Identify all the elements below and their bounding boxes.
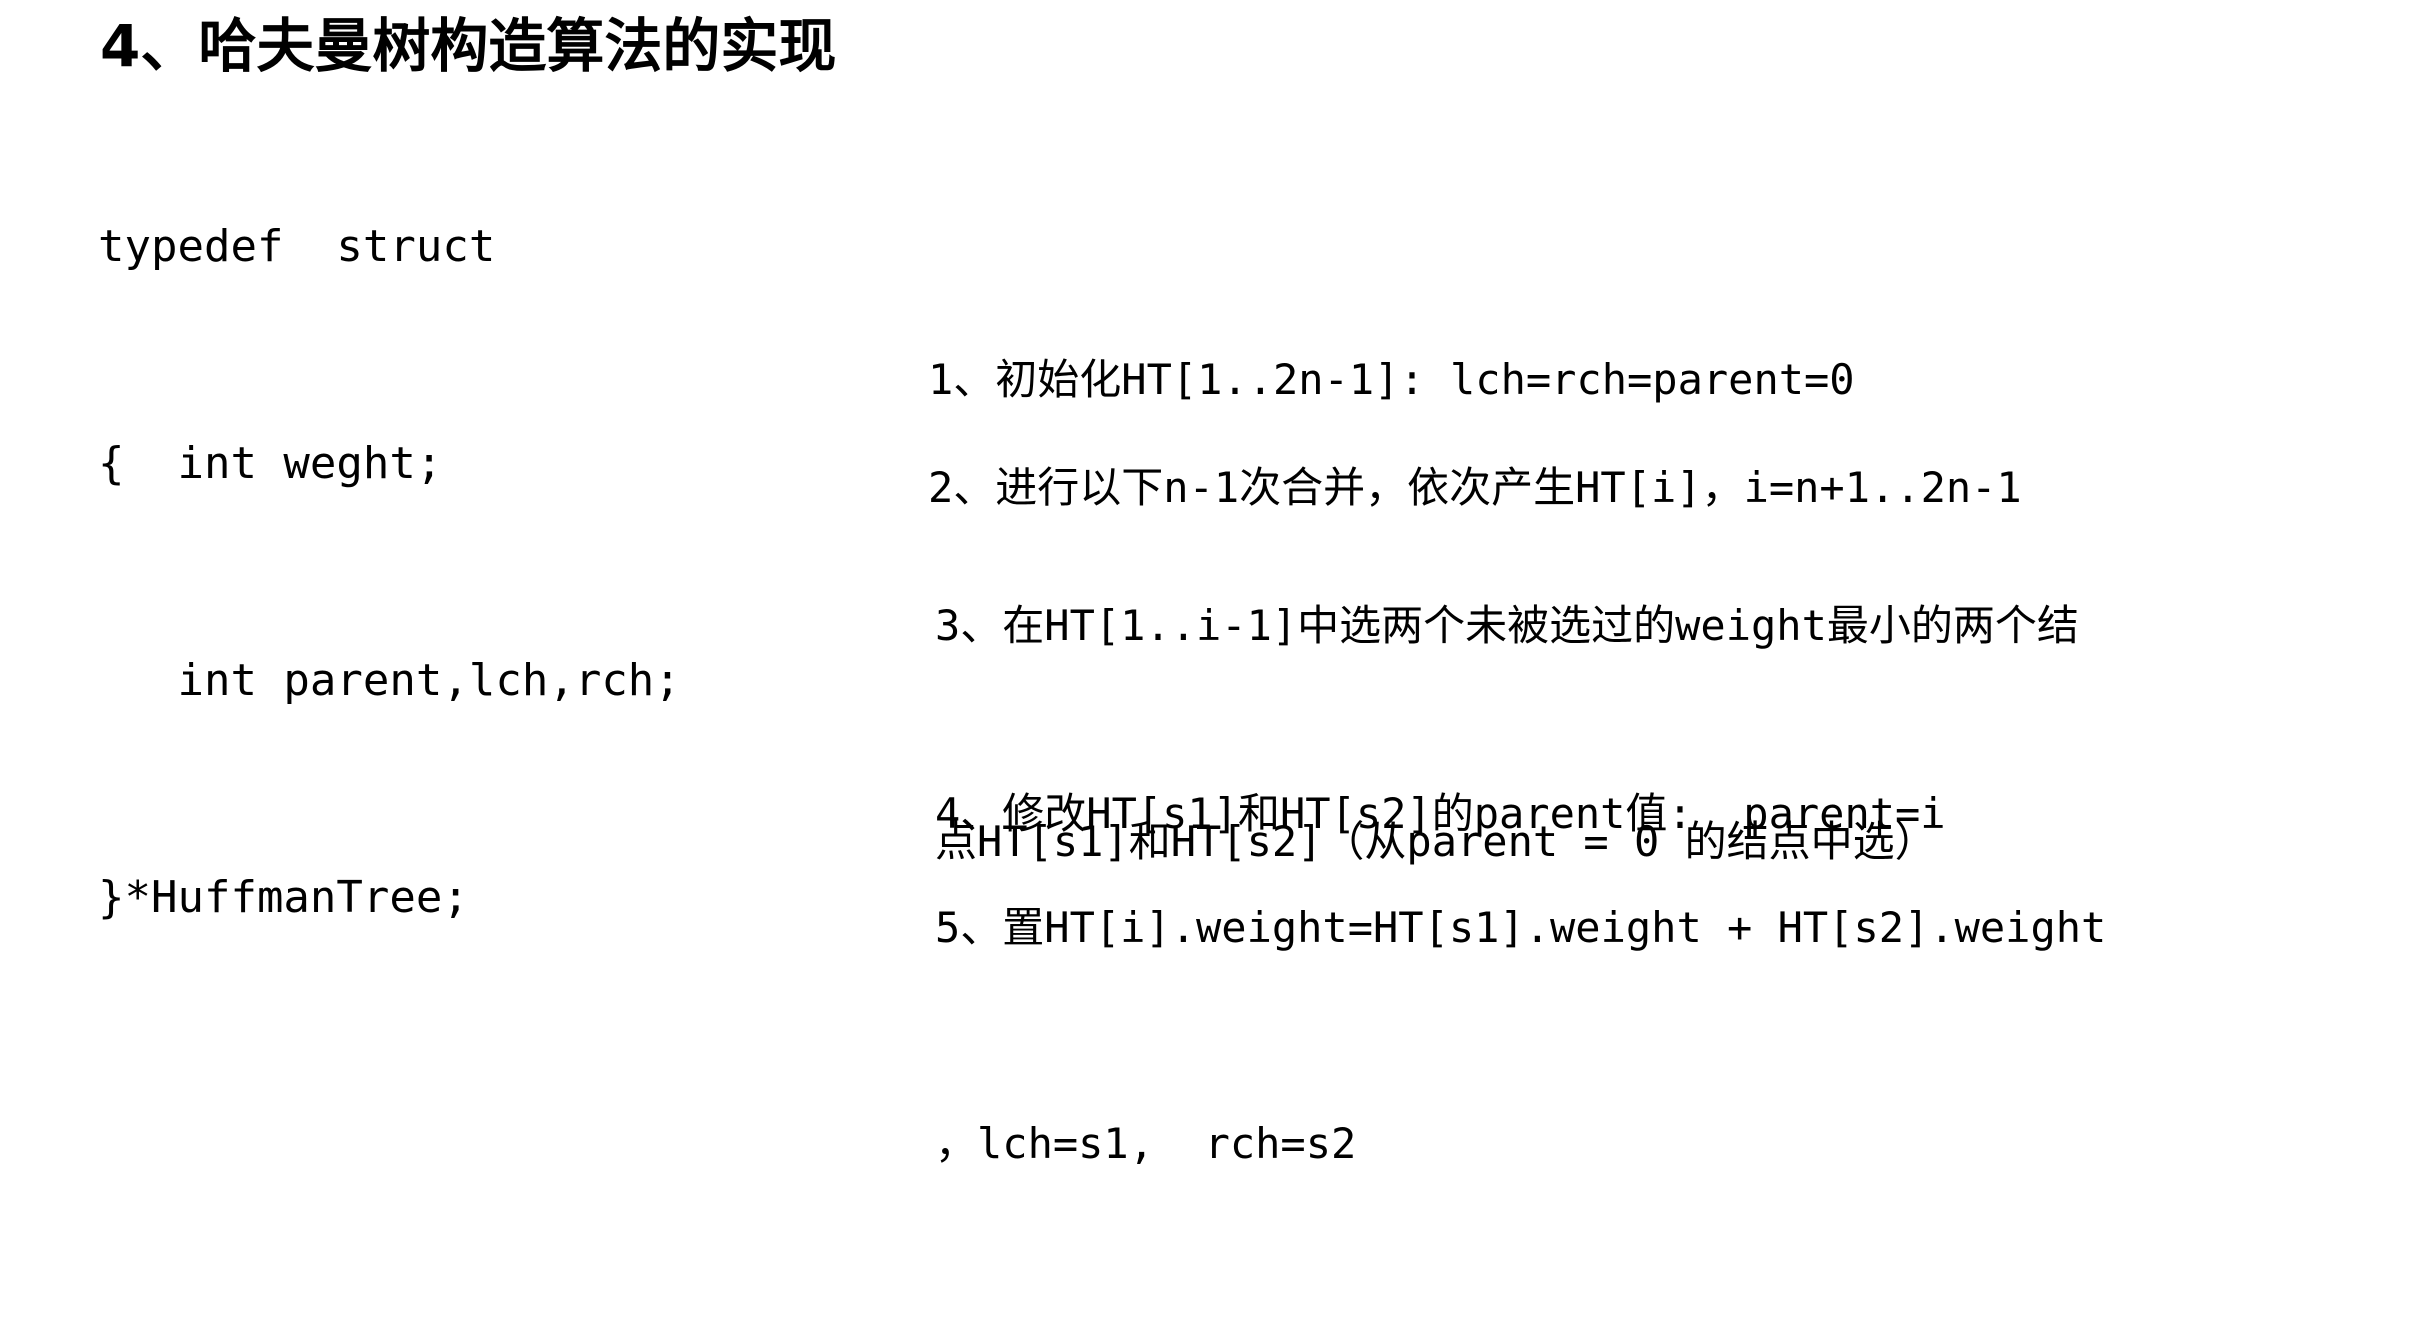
code-line: { int weght; bbox=[98, 438, 443, 489]
step-5: 5、置HT[i].weight=HT[s1].weight + HT[s2].w… bbox=[935, 748, 2106, 1324]
step-text: 5、置HT[i].weight=HT[s1].weight + HT[s2].w… bbox=[935, 903, 2107, 952]
code-line: int parent,lch,rch; bbox=[98, 655, 681, 706]
code-block: typedef struct { int weght; int parent,l… bbox=[98, 110, 681, 1080]
code-line: }*HuffmanTree; bbox=[98, 872, 469, 923]
step-text: ，lch=s1, rch=s2 bbox=[935, 1119, 1357, 1168]
slide: 4、哈夫曼树构造算法的实现 typedef struct { int weght… bbox=[0, 0, 2425, 1168]
code-line: typedef struct bbox=[98, 221, 496, 272]
slide-title: 4、哈夫曼树构造算法的实现 bbox=[100, 12, 837, 80]
